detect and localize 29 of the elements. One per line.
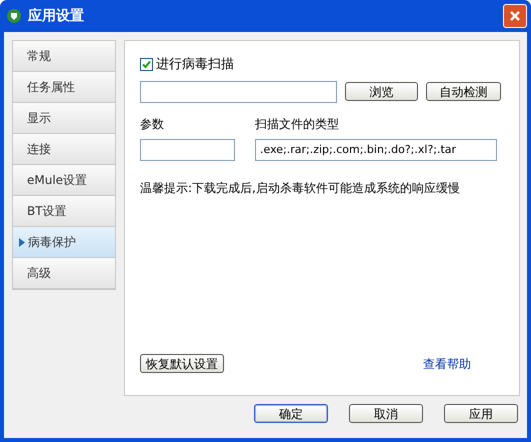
dialog-button[interactable]: 取消 — [349, 404, 423, 423]
file-types-field[interactable]: .exe;.rar;.zip;.com;.bin;.do?;.xl?;.tar — [255, 138, 497, 160]
sidebar-item[interactable]: BT设置 — [13, 196, 115, 227]
dialog-button[interactable]: 确定 — [254, 404, 328, 423]
file-types-label: 扫描文件的类型 — [255, 116, 340, 132]
checkbox-label[interactable]: 进行病毒扫描 — [156, 55, 234, 74]
sidebar-item[interactable]: 任务属性 — [13, 72, 115, 103]
app-logo-icon — [6, 8, 22, 24]
sidebar-item[interactable]: 连接 — [13, 134, 115, 165]
sidebar-item[interactable]: 病毒保护 — [13, 227, 115, 258]
help-link[interactable]: 查看帮助 — [423, 354, 471, 372]
params-field[interactable] — [140, 138, 235, 160]
sidebar-item[interactable]: eMule设置 — [13, 165, 115, 196]
sidebar-item[interactable]: 常规 — [13, 41, 115, 72]
checkbox[interactable] — [140, 58, 153, 72]
sidebar-item[interactable]: 显示 — [13, 103, 115, 134]
close-button[interactable] — [503, 4, 527, 28]
params-label: 参数 — [140, 116, 165, 132]
checkmark-icon — [142, 60, 151, 70]
path-field[interactable] — [140, 80, 337, 102]
auto-detect-button[interactable]: 自动检测 — [426, 82, 501, 101]
window-title: 应用设置 — [28, 6, 84, 26]
hint-text: 温馨提示:下载完成后,启动杀毒软件可能造成系统的响应缓慢 — [140, 180, 461, 196]
browse-button[interactable]: 浏览 — [345, 82, 418, 101]
close-icon — [509, 10, 521, 22]
triangle-icon — [19, 238, 25, 246]
sidebar-item[interactable]: 高级 — [13, 258, 115, 289]
restore-defaults-button[interactable]: 恢复默认设置 — [140, 354, 224, 373]
dialog-button[interactable]: 应用 — [444, 404, 518, 423]
